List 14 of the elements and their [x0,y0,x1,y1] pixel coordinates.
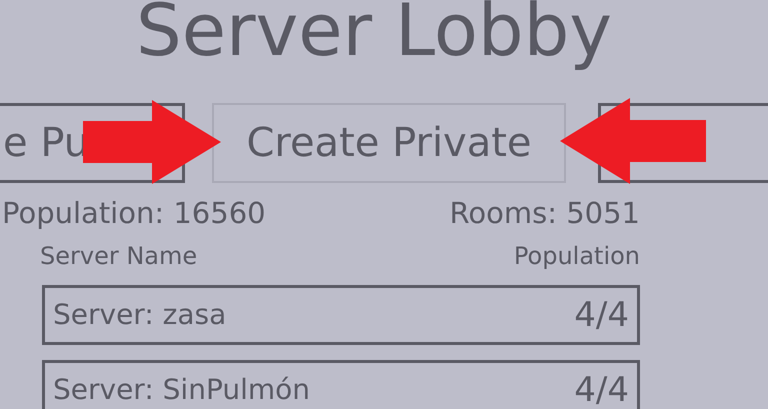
arrow-icon [560,98,706,184]
server-row[interactable]: Server: SinPulmón 4/4 [42,360,640,409]
column-header: Server Name [40,241,198,271]
server-population: 4/4 [574,294,629,336]
column-header: Population [514,241,640,271]
server-name: Server: zasa [53,297,226,333]
server-row[interactable]: Server: zasa 4/4 [42,285,640,345]
population-total: Population: 16560 [1,195,266,231]
server-population: 4/4 [574,368,629,409]
rooms-total: Rooms: 5051 [450,195,640,231]
server-name: Server: SinPulmón [53,372,310,408]
lobby-button[interactable]: Create Private [212,103,566,183]
arrow-icon [83,100,221,184]
page-title: Server Lobby [136,0,612,70]
